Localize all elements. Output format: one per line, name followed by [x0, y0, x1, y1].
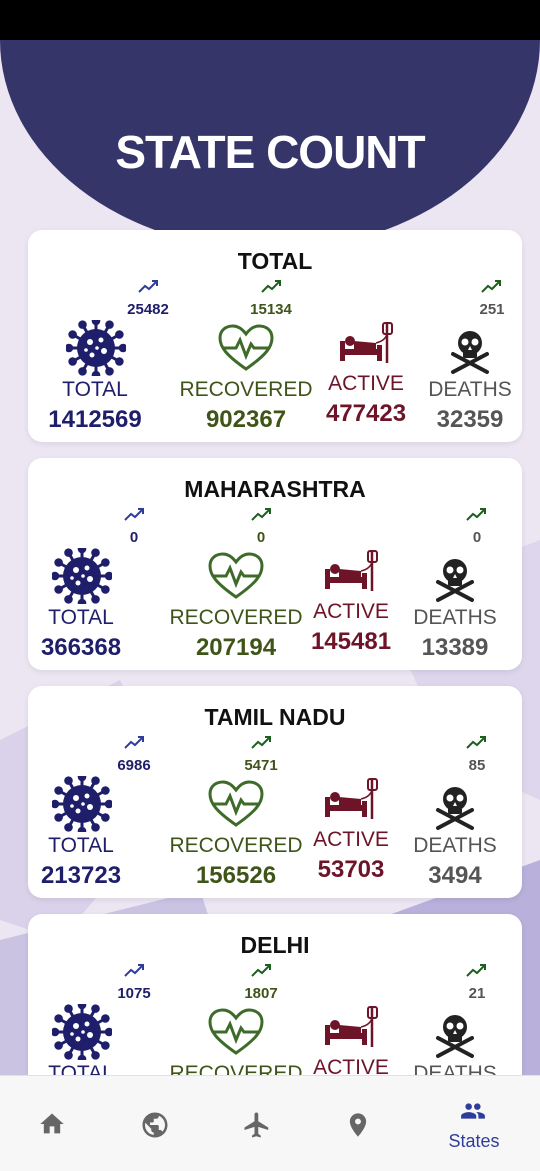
virus-icon: [50, 772, 114, 836]
virus-icon: [50, 544, 114, 608]
trend-up-icon: [124, 962, 146, 978]
total-increment: 6986: [117, 757, 151, 774]
state-card[interactable]: TOTAL 25482 15134 251 TOTAL RECOVERED AC…: [28, 230, 522, 442]
people-icon: [461, 1103, 485, 1119]
home-icon: [40, 1113, 64, 1134]
deaths-label: DEATHS: [428, 378, 512, 401]
total-increment: 25482: [127, 301, 169, 318]
deaths-increment: 251: [479, 301, 505, 318]
total-label: TOTAL: [62, 378, 128, 401]
skull-crossbones-icon: [445, 326, 505, 378]
total-label: TOTAL: [48, 606, 114, 629]
state-card[interactable]: MAHARASHTRA 0 0 0 TOTAL RECOVERED ACTIVE…: [28, 458, 522, 670]
airplane-icon: [244, 1112, 269, 1138]
trend-up-icon: [251, 506, 273, 522]
virus-icon: [64, 316, 128, 380]
total-increment: 1075: [117, 985, 151, 1002]
location-pin-icon: [349, 1113, 367, 1137]
total-value: 1412569: [48, 406, 142, 433]
state-name: TAMIL NADU: [204, 704, 346, 730]
trend-up-icon: [466, 962, 488, 978]
total-increment: 0: [129, 529, 139, 546]
recovered-label: RECOVERED: [169, 834, 303, 857]
nav-location[interactable]: [306, 1076, 414, 1171]
globe-icon: [142, 1112, 168, 1138]
state-name: TOTAL: [237, 248, 313, 274]
recovered-label: RECOVERED: [169, 606, 303, 629]
state-name: DELHI: [240, 932, 310, 958]
skull-crossbones-icon: [430, 554, 490, 606]
recovered-increment: 0: [256, 529, 266, 546]
deaths-increment: 21: [468, 985, 486, 1002]
recovered-label: RECOVERED: [179, 378, 313, 401]
active-label: ACTIVE: [313, 600, 389, 623]
recovered-increment: 15134: [250, 301, 292, 318]
hospital-bed-icon: [336, 319, 396, 371]
recovered-value: 902367: [205, 406, 287, 433]
total-label: TOTAL: [48, 834, 114, 857]
recovered-increment: 1807: [244, 985, 278, 1002]
trend-up-icon: [138, 278, 160, 294]
deaths-label: DEATHS: [413, 834, 497, 857]
state-name: MAHARASHTRA: [184, 476, 366, 502]
heart-pulse-icon: [206, 551, 266, 603]
nav-flights[interactable]: [204, 1076, 312, 1171]
heart-pulse-icon: [206, 779, 266, 831]
nav-states[interactable]: States: [420, 1076, 528, 1171]
recovered-increment: 5471: [244, 757, 278, 774]
active-label: ACTIVE: [328, 372, 404, 395]
hospital-bed-icon: [321, 547, 381, 599]
hospital-bed-icon: [321, 1003, 381, 1055]
bottom-navigation: States: [0, 1075, 540, 1171]
trend-up-icon: [481, 278, 503, 294]
heart-pulse-icon: [216, 323, 276, 375]
total-value: 213723: [40, 862, 122, 889]
deaths-label: DEATHS: [413, 606, 497, 629]
trend-up-icon: [261, 278, 283, 294]
deaths-value: 13389: [421, 634, 489, 661]
deaths-value: 3494: [428, 862, 482, 889]
status-bar: [0, 0, 540, 40]
deaths-increment: 85: [468, 757, 486, 774]
deaths-increment: 0: [472, 529, 482, 546]
trend-up-icon: [124, 734, 146, 750]
nav-home[interactable]: [0, 1076, 108, 1171]
deaths-value: 32359: [436, 406, 504, 433]
virus-icon: [50, 1000, 114, 1064]
trend-up-icon: [251, 734, 273, 750]
hospital-bed-icon: [321, 775, 381, 827]
trend-up-icon: [466, 734, 488, 750]
skull-crossbones-icon: [430, 1010, 490, 1062]
total-value: 366368: [40, 634, 122, 661]
heart-pulse-icon: [206, 1007, 266, 1059]
state-card[interactable]: TAMIL NADU 6986 5471 85 TOTAL RECOVERED …: [28, 686, 522, 898]
nav-states-label: States: [448, 1131, 500, 1151]
active-label: ACTIVE: [313, 828, 389, 851]
trend-up-icon: [124, 506, 146, 522]
nav-world[interactable]: [102, 1076, 210, 1171]
trend-up-icon: [466, 506, 488, 522]
page-title: STATE COUNT: [115, 126, 425, 178]
trend-up-icon: [251, 962, 273, 978]
skull-crossbones-icon: [430, 782, 490, 834]
